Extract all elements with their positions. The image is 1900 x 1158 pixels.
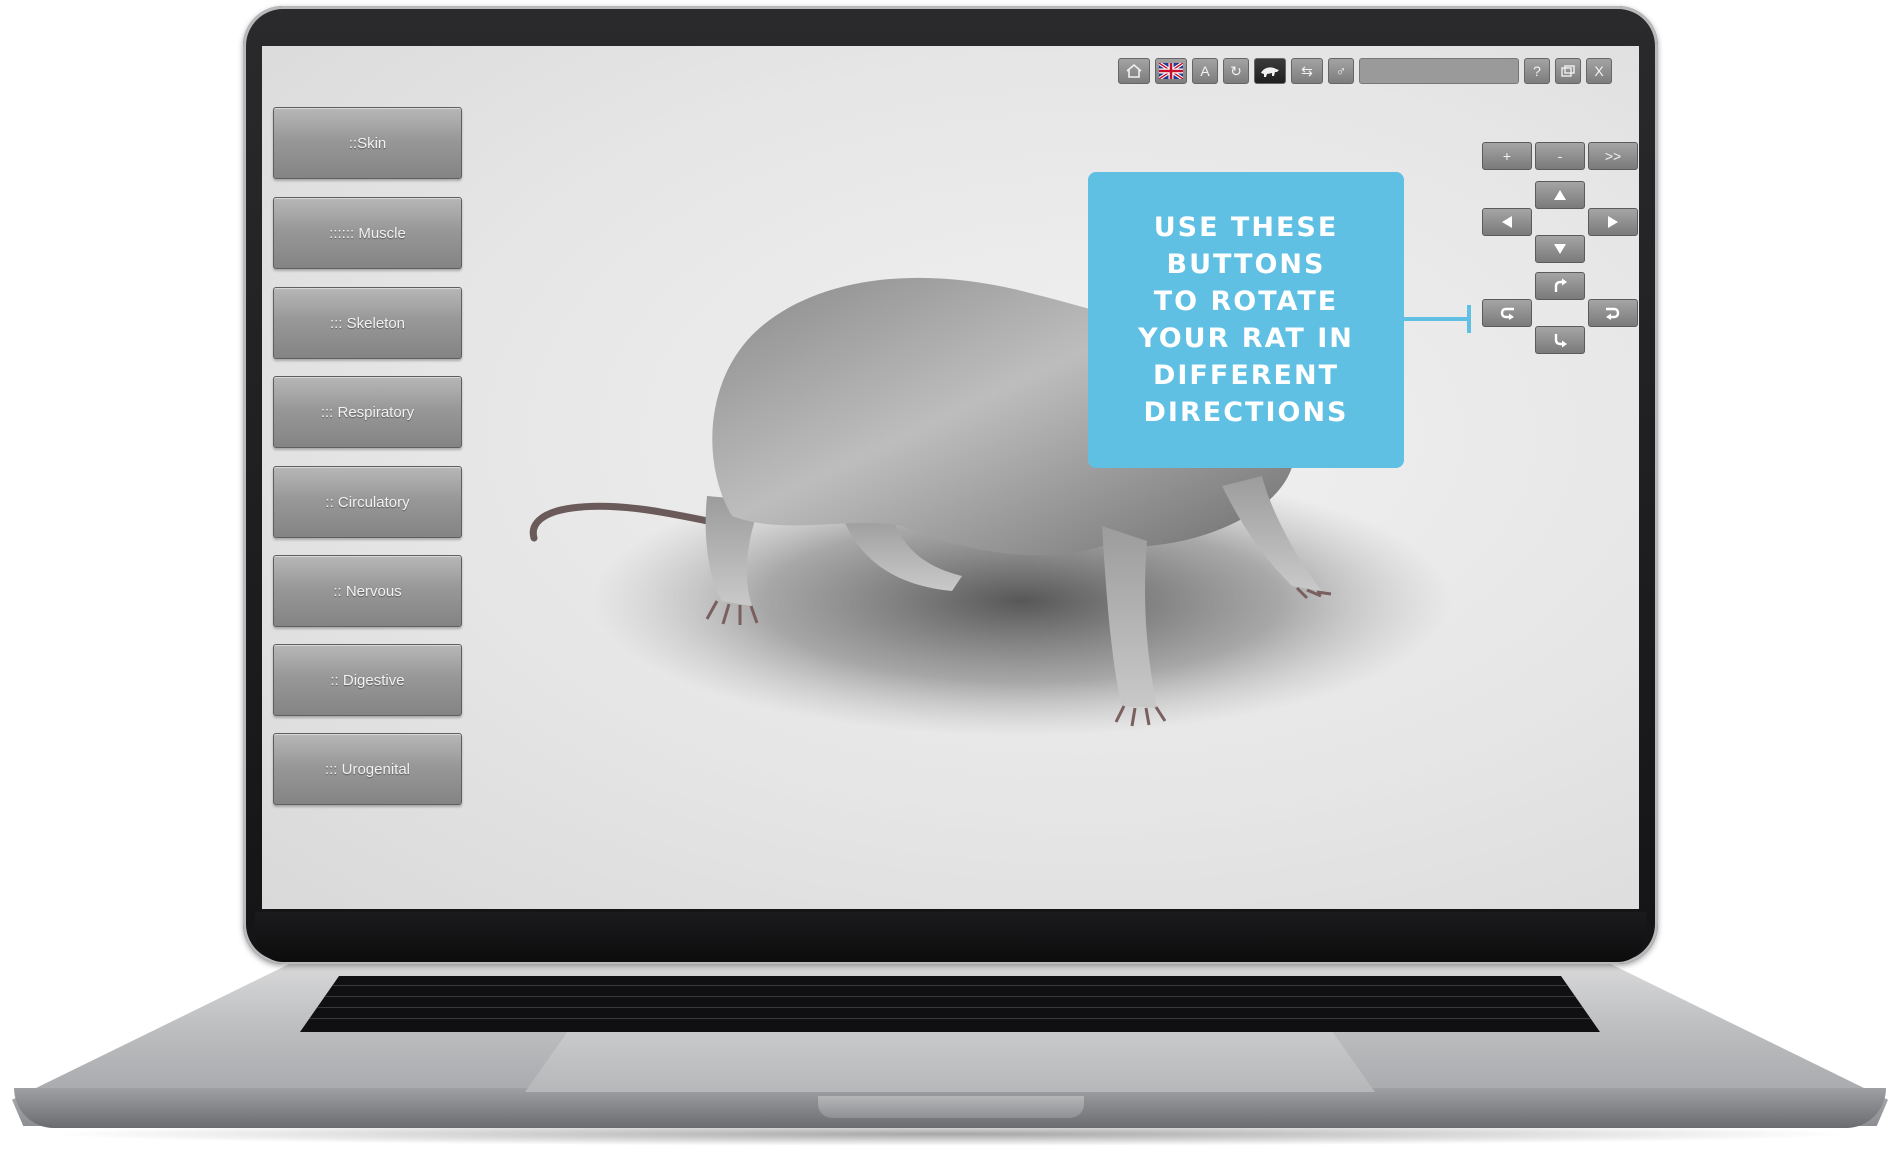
laptop-bezel xyxy=(255,912,1646,962)
rat-view-icon xyxy=(1261,67,1279,77)
labels-button[interactable]: A xyxy=(1192,58,1218,84)
zoom-out-label: - xyxy=(1557,148,1563,164)
rotate-left-icon xyxy=(1500,307,1514,320)
rotate-down-button[interactable] xyxy=(1535,326,1585,354)
trackpad xyxy=(525,1032,1375,1092)
keyboard xyxy=(300,976,1600,1032)
system-circulatory-button[interactable]: :: Circulatory xyxy=(273,466,462,538)
laptop-notch xyxy=(818,1096,1084,1118)
zoom-out-button[interactable]: - xyxy=(1535,142,1585,170)
rotate-callout: USE THESE BUTTONS TO ROTATE YOUR RAT IN … xyxy=(1088,172,1404,468)
rotate-left-button[interactable] xyxy=(1482,299,1532,327)
refresh-icon: ↻ xyxy=(1230,62,1242,79)
system-label: :: Nervous xyxy=(333,582,402,600)
move-left-button[interactable] xyxy=(1482,208,1532,236)
system-label: ::: Skeleton xyxy=(329,314,406,332)
move-up-button[interactable] xyxy=(1535,181,1585,209)
system-label: ::: Respiratory xyxy=(320,403,415,421)
move-down-button[interactable] xyxy=(1535,235,1585,263)
text-a-icon: A xyxy=(1200,63,1210,79)
search-field[interactable] xyxy=(1359,58,1519,84)
window-icon xyxy=(1561,65,1575,77)
home-icon xyxy=(1126,64,1142,78)
arrow-down-icon xyxy=(1554,244,1566,254)
rat-3d-model[interactable] xyxy=(262,46,1639,909)
rotate-right-button[interactable] xyxy=(1588,299,1638,327)
system-skeleton-button[interactable]: ::: Skeleton xyxy=(273,287,462,359)
reset-button[interactable]: ↻ xyxy=(1223,58,1249,84)
next-button[interactable]: >> xyxy=(1588,142,1638,170)
home-button[interactable] xyxy=(1118,58,1150,84)
system-urogenital-button[interactable]: ::: Urogenital xyxy=(273,733,462,805)
language-button[interactable] xyxy=(1155,58,1187,84)
callout-connector xyxy=(1404,317,1470,321)
layers-icon: ⇆ xyxy=(1301,62,1313,79)
close-icon: X xyxy=(1594,63,1604,79)
system-label: ::Skin xyxy=(348,134,387,152)
system-label: :: Digestive xyxy=(330,671,405,689)
system-skin-button[interactable]: ::Skin xyxy=(273,107,462,179)
system-muscle-button[interactable]: :::::: Muscle xyxy=(273,197,462,269)
help-icon: ? xyxy=(1533,63,1541,79)
system-digestive-button[interactable]: :: Digestive xyxy=(273,644,462,716)
move-right-button[interactable] xyxy=(1588,208,1638,236)
rat-view-button[interactable] xyxy=(1254,58,1286,84)
window-button[interactable] xyxy=(1555,58,1581,84)
uk-flag-icon xyxy=(1159,63,1183,79)
arrow-left-icon xyxy=(1502,216,1512,228)
male-symbol-icon: ♂ xyxy=(1335,63,1347,79)
system-label: :: Circulatory xyxy=(325,493,410,511)
sex-toggle-button[interactable]: ♂ xyxy=(1328,58,1354,84)
arrow-right-icon xyxy=(1608,216,1618,228)
arrow-up-icon xyxy=(1554,190,1566,200)
rotate-up-icon xyxy=(1554,278,1567,292)
help-button[interactable]: ? xyxy=(1524,58,1550,84)
system-label: :::::: Muscle xyxy=(329,224,406,242)
close-button[interactable]: X xyxy=(1586,58,1612,84)
layers-button[interactable]: ⇆ xyxy=(1291,58,1323,84)
next-label: >> xyxy=(1604,148,1622,164)
system-nervous-button[interactable]: :: Nervous xyxy=(273,555,462,627)
zoom-in-button[interactable]: + xyxy=(1482,142,1532,170)
top-toolbar: A ↻ ⇆ ♂ ? X xyxy=(1118,58,1612,84)
system-label: ::: Urogenital xyxy=(324,760,411,778)
rotate-down-icon xyxy=(1554,334,1567,348)
zoom-in-label: + xyxy=(1502,148,1512,164)
app-screen: A ↻ ⇆ ♂ ? X ::Skin :::::: Muscle ::: Ske… xyxy=(262,46,1639,909)
callout-text: USE THESE BUTTONS TO ROTATE YOUR RAT IN … xyxy=(1138,212,1354,428)
rotate-up-button[interactable] xyxy=(1535,272,1585,300)
system-respiratory-button[interactable]: ::: Respiratory xyxy=(273,376,462,448)
rotate-right-icon xyxy=(1606,307,1620,320)
callout-connector-cap xyxy=(1467,305,1471,333)
